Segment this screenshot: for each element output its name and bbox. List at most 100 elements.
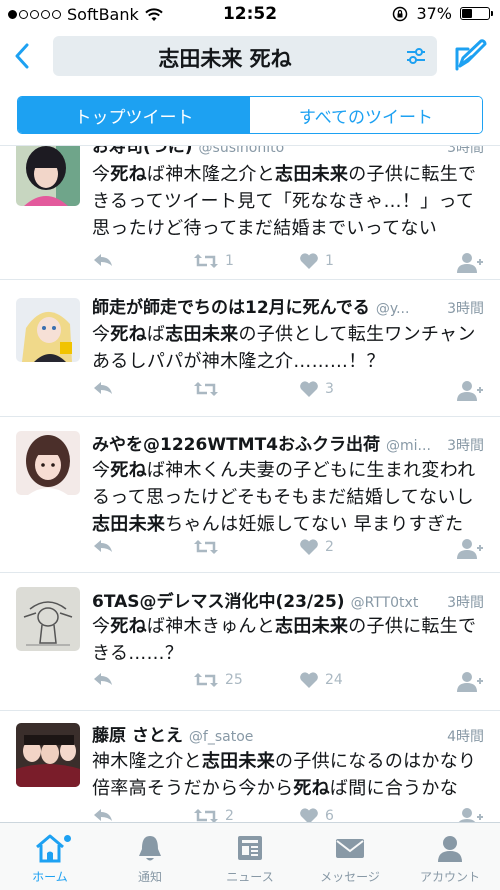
reply-button[interactable] — [92, 671, 114, 687]
tweet-text-segment: ば — [146, 324, 166, 345]
tweet-timeline[interactable]: お寿司(つに) @susinohito 3時間 今死ねば神木隆之介と志田未来の子… — [0, 145, 500, 822]
filter-icon[interactable] — [405, 45, 427, 67]
tweet-text: 今死ねば志田未来の子供として転生ワンチャン あるしパパが神木隆之介………！？ — [92, 321, 486, 375]
status-right: 37% — [392, 4, 493, 23]
compose-tweet-button[interactable] — [454, 38, 488, 76]
tweet-text-line: あるしパパが神木隆之介………！？ — [92, 348, 486, 375]
add-person-icon — [456, 380, 484, 402]
compose-icon — [455, 39, 487, 71]
like-count: 24 — [325, 672, 343, 688]
retweet-icon — [193, 538, 219, 556]
tabbar-home[interactable]: ホーム — [0, 823, 100, 890]
follow-button[interactable] — [456, 807, 484, 822]
retweet-button[interactable] — [193, 538, 225, 556]
tweet-item[interactable]: お寿司(つに) @susinohito 3時間 今死ねば神木隆之介と志田未来の子… — [0, 146, 500, 280]
like-button[interactable]: 1 — [299, 252, 334, 270]
tweet-header: お寿司(つに) @susinohito 3時間 — [92, 146, 484, 157]
like-button[interactable]: 2 — [299, 538, 334, 556]
add-person-icon — [456, 671, 484, 693]
tweet-item[interactable]: 6TAS@デレマス消化中(23/25) @RTT0txt 3時間 今死ねば神木き… — [0, 573, 500, 711]
follow-button[interactable] — [456, 252, 484, 274]
reply-icon — [92, 807, 114, 822]
tweet-actions: 11 — [92, 252, 486, 276]
retweet-icon — [193, 252, 219, 270]
like-count: 1 — [325, 253, 334, 269]
tweet-author-handle[interactable]: @y... — [376, 301, 443, 317]
tabbar-account[interactable]: アカウント — [400, 823, 500, 890]
follow-button[interactable] — [456, 538, 484, 560]
follow-button[interactable] — [456, 671, 484, 693]
add-person-icon — [456, 252, 484, 274]
retweet-button[interactable]: 25 — [193, 671, 243, 689]
reply-button[interactable] — [92, 807, 114, 822]
like-button[interactable]: 6 — [299, 807, 334, 822]
avatar[interactable] — [16, 146, 80, 206]
tweet-header: 藤原 さとえ @f_satoe 4時間 — [92, 721, 484, 746]
tweet-author-handle[interactable]: @susinohito — [199, 146, 444, 156]
tweet-item[interactable]: みやを@1226WTMT4おふクラ出荷 @mi... 3時間 今死ねば神木くん夫… — [0, 417, 500, 573]
like-button[interactable]: 3 — [299, 380, 334, 398]
follow-button[interactable] — [456, 380, 484, 402]
tweet-item[interactable]: 藤原 さとえ @f_satoe 4時間 神木隆之介と志田未来の子供になるのはかな… — [0, 711, 500, 822]
heart-icon — [299, 807, 319, 822]
avatar[interactable] — [16, 587, 80, 651]
tweet-text-segment: 倍率高そうだから今から — [92, 778, 294, 799]
tweet-text: 神木隆之介と志田未来の子供になるのはかなり 倍率高そうだから今から死ねば間に合うか… — [92, 748, 486, 802]
heart-icon — [299, 671, 319, 689]
tweet-text-segment: 今 — [92, 460, 111, 481]
reply-button[interactable] — [92, 538, 114, 554]
tweet-actions: 26 — [92, 807, 486, 822]
like-button[interactable]: 24 — [299, 671, 343, 689]
search-field[interactable]: 志田未来 死ね — [53, 36, 437, 76]
retweet-button[interactable]: 1 — [193, 252, 234, 270]
tweet-text-segment: の子供として転生ワンチャン — [238, 324, 476, 345]
envelope-icon — [336, 839, 364, 858]
tab-top-tweets[interactable]: トップツイート — [18, 97, 250, 133]
tweet-text: 今死ねば神木きゅんと志田未来の子供に転生で きる……？ — [92, 613, 486, 667]
tweet-author-name[interactable]: お寿司(つに) — [92, 146, 193, 157]
tweet-author-name[interactable]: 藤原 さとえ — [92, 721, 183, 746]
tab-all-tweets[interactable]: すべてのツイート — [250, 97, 482, 133]
avatar[interactable] — [16, 723, 80, 787]
notification-dot — [64, 835, 71, 842]
tweet-text-segment: きるってツイート見て「死ななきゃ…！」って — [92, 191, 475, 212]
tweet-item[interactable]: 師走が師走でちのは12月に死んでる @y... 3時間 今死ねば志田未来の子供と… — [0, 280, 500, 417]
reply-button[interactable] — [92, 380, 114, 396]
tweet-author-handle[interactable]: @RTT0txt — [351, 595, 444, 611]
tweet-text-segment: 今 — [92, 324, 111, 345]
retweet-button[interactable] — [193, 380, 225, 398]
retweet-button[interactable]: 2 — [193, 807, 234, 822]
tweet-text-line: 今死ねば神木隆之介と志田未来の子供に転生で — [92, 161, 486, 188]
tweet-text-line: きる……？ — [92, 640, 486, 667]
tweet-author-handle[interactable]: @mi... — [386, 438, 443, 454]
tweet-header: みやを@1226WTMT4おふクラ出荷 @mi... 3時間 — [92, 430, 484, 455]
battery-percent: 37% — [416, 4, 452, 23]
tweet-author-name[interactable]: 6TAS@デレマス消化中(23/25) — [92, 587, 345, 612]
tweet-text-line: 今死ねば志田未来の子供として転生ワンチャン — [92, 321, 486, 348]
reply-button[interactable] — [92, 252, 114, 268]
retweet-count: 25 — [225, 672, 243, 688]
highlighted-keyword: 死ね — [110, 460, 147, 481]
tweet-timestamp: 4時間 — [447, 729, 484, 745]
avatar[interactable] — [16, 298, 80, 362]
tweet-author-name[interactable]: 師走が師走でちのは12月に死んでる — [92, 293, 370, 318]
heart-icon — [299, 538, 319, 556]
tweet-actions: 25 24 — [92, 671, 486, 695]
bell-icon — [139, 836, 161, 861]
tweet-text-segment: ば神木きゅんと — [146, 616, 276, 637]
tweet-author-handle[interactable]: @f_satoe — [189, 729, 443, 745]
tweet-text: 今死ねば神木くん夫妻の子どもに生まれ変われ るって思ったけどそもそもまだ結婚してな… — [92, 457, 486, 538]
heart-icon — [299, 380, 319, 398]
avatar[interactable] — [16, 431, 80, 495]
tabbar-news[interactable]: ニュース — [200, 823, 300, 890]
tweet-text-line: 神木隆之介と志田未来の子供になるのはかなり — [92, 748, 486, 775]
tabbar-messages[interactable]: メッセージ — [300, 823, 400, 890]
tweet-author-name[interactable]: みやを@1226WTMT4おふクラ出荷 — [92, 430, 380, 455]
back-button[interactable] — [6, 38, 38, 74]
rotation-lock-icon — [393, 6, 408, 21]
tabbar-notifications[interactable]: 通知 — [100, 823, 200, 890]
tabbar-label: 通知 — [137, 870, 162, 884]
person-icon — [438, 836, 462, 862]
highlighted-keyword: 死ね — [110, 164, 147, 185]
highlighted-keyword: 志田未来 — [165, 324, 239, 345]
